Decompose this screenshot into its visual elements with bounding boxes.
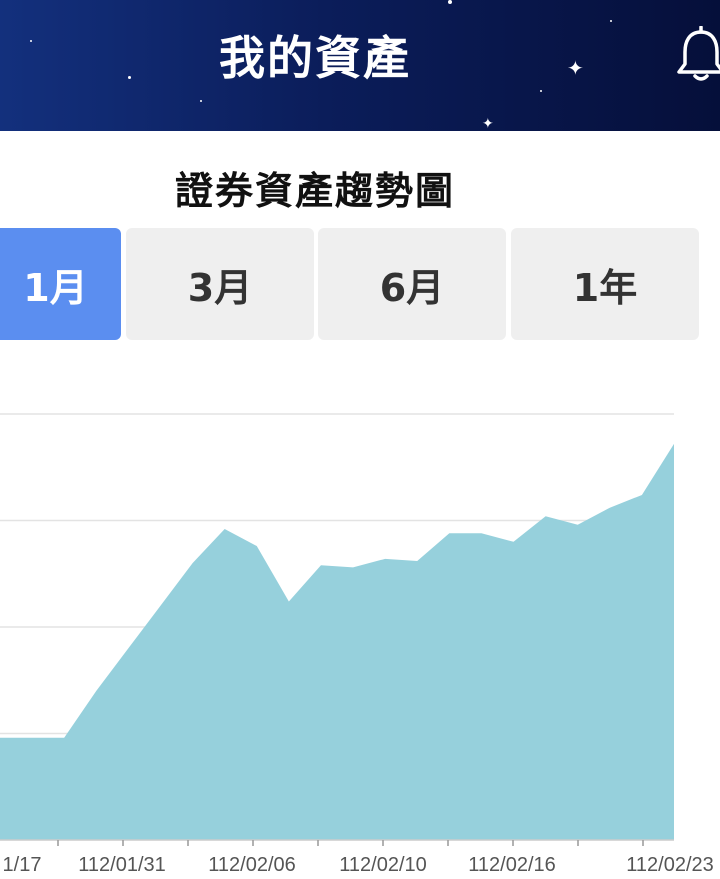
star-decoration (540, 90, 542, 92)
asset-trend-chart: 1/17 112/01/31 112/02/06 112/02/10 112/02/16… (0, 413, 714, 876)
sparkle-icon: ✦ (482, 116, 494, 131)
tab-3-months[interactable]: 3月 (126, 228, 314, 340)
x-tick-label: 112/02/16 (468, 854, 556, 876)
page-title: 我的資產 (219, 31, 411, 85)
x-tick-label: 112/02/10 (339, 854, 427, 876)
bell-icon[interactable] (676, 26, 720, 82)
x-tick-label: 112/02/06 (208, 854, 296, 876)
chart-section-title: 證券資產趨勢圖 (174, 169, 455, 213)
app-header: ✦ ✦ 我的資產 (0, 0, 720, 131)
x-tick-label: 112/02/23 (626, 854, 714, 876)
tab-1-year[interactable]: 1年 (511, 228, 699, 340)
tab-1-month[interactable]: 1月 (0, 228, 121, 340)
star-decoration (448, 0, 452, 4)
x-tick-label: 112/01/31 (78, 854, 166, 876)
x-tick-label: 1/17 (3, 854, 42, 876)
tab-6-months[interactable]: 6月 (318, 228, 506, 340)
star-decoration (200, 100, 202, 102)
area-series (0, 443, 674, 840)
